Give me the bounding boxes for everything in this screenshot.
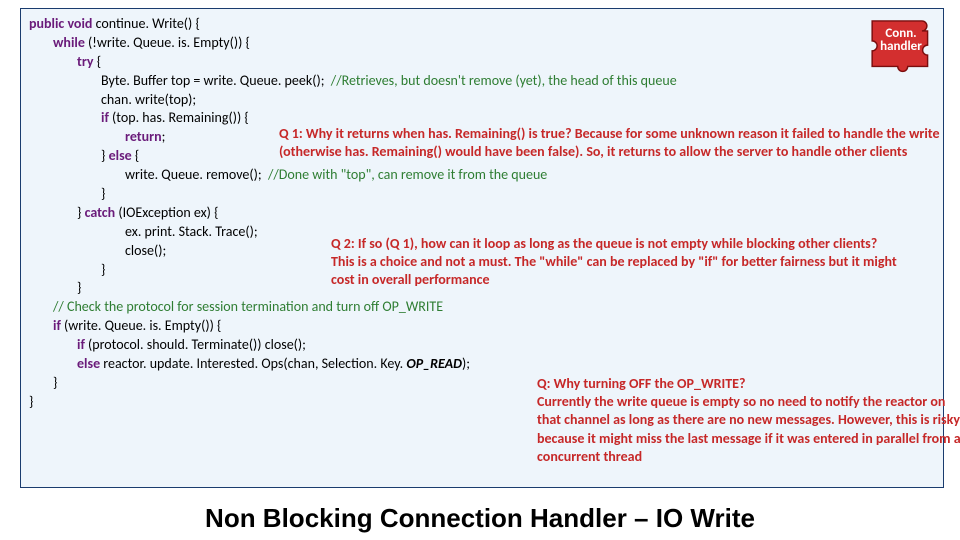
code-line: public void continue. Write() { <box>29 15 935 34</box>
code-line: Byte. Buffer top = write. Queue. peek();… <box>29 72 935 91</box>
code-line: try { <box>29 53 935 72</box>
code-line: else reactor. update. Interested. Ops(ch… <box>29 355 935 374</box>
annotation-q2: Q 2: If so (Q 1), how can it loop as lon… <box>331 235 921 290</box>
code-panel: Conn. handler public void continue. Writ… <box>20 8 944 488</box>
code-line: } catch (IOException ex) { <box>29 204 935 223</box>
code-line: // Check the protocol for session termin… <box>29 298 935 317</box>
code-line: if (protocol. should. Terminate()) close… <box>29 336 935 355</box>
annotation-q1: Q 1: Why it returns when has. Remaining(… <box>279 125 959 161</box>
annotation-q3: Q: Why turning OFF the OP_WRITE? Current… <box>537 375 960 466</box>
code-line: if (write. Queue. is. Empty()) { <box>29 317 935 336</box>
code-line: } <box>29 185 935 204</box>
badge-line2: handler <box>880 39 922 54</box>
badge-text: Conn. handler <box>873 27 929 53</box>
slide-title: Non Blocking Connection Handler – IO Wri… <box>0 503 960 534</box>
code-line: chan. write(top); <box>29 91 935 110</box>
code-line: while (!write. Queue. is. Empty()) { <box>29 34 935 53</box>
code-line: write. Queue. remove(); //Done with "top… <box>29 166 935 185</box>
